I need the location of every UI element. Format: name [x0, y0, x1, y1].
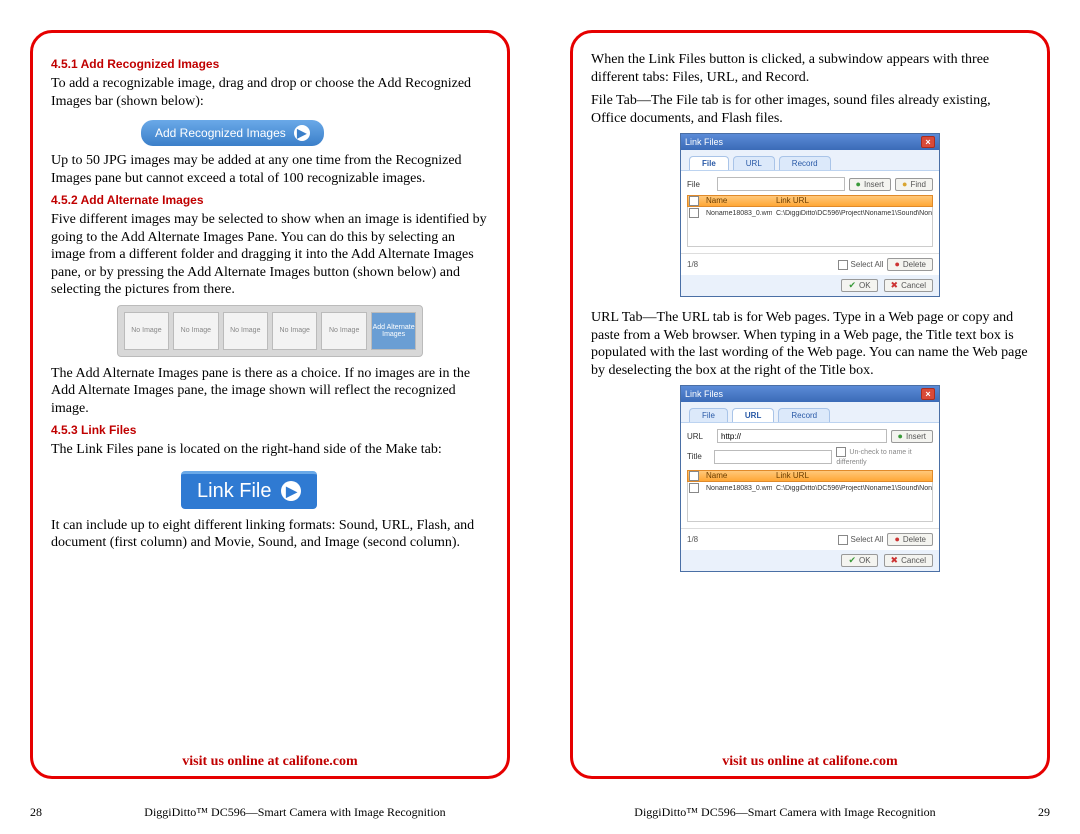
count-label: 1/8	[687, 260, 698, 269]
dialog-title: Link Files	[685, 137, 723, 147]
visit-link[interactable]: visit us online at califone.com	[33, 754, 507, 770]
para-451a: To add a recognizable image, drag and dr…	[51, 75, 489, 110]
cancel-button[interactable]: ✖Cancel	[884, 554, 933, 567]
row-checkbox[interactable]	[689, 483, 699, 493]
row-checkbox[interactable]	[689, 208, 699, 218]
title-label: Title	[687, 452, 710, 461]
thumb-slot[interactable]: No Image	[223, 312, 268, 350]
tab-record[interactable]: Record	[779, 156, 831, 170]
heading-4-5-1: 4.5.1 Add Recognized Images	[51, 57, 489, 71]
thumb-slot[interactable]: No Image	[321, 312, 366, 350]
para-r2: File Tab—The File tab is for other image…	[591, 92, 1029, 127]
header-checkbox[interactable]	[689, 196, 699, 206]
thumb-slot[interactable]: No Image	[173, 312, 218, 350]
list-header: Name Link URL	[687, 195, 933, 207]
page-frame-left: 4.5.1 Add Recognized Images To add a rec…	[30, 30, 510, 779]
ok-button[interactable]: ✔OK	[841, 279, 877, 292]
para-452b: The Add Alternate Images pane is there a…	[51, 365, 489, 418]
url-label: URL	[687, 432, 713, 441]
insert-button[interactable]: ●Insert	[891, 430, 933, 443]
heading-4-5-3: 4.5.3 Link Files	[51, 423, 489, 437]
close-icon[interactable]: ×	[921, 136, 935, 148]
dialog-title: Link Files	[685, 389, 723, 399]
arrow-right-icon: ▶	[281, 481, 301, 501]
tab-file[interactable]: File	[689, 408, 728, 422]
thumb-slot[interactable]: No Image	[124, 312, 169, 350]
link-files-dialog-url: Link Files × File URL Record URL ●Insert	[680, 385, 940, 572]
para-r3: URL Tab—The URL tab is for Web pages. Ty…	[591, 309, 1029, 379]
tab-record[interactable]: Record	[778, 408, 830, 422]
list-header: Name Link URL	[687, 470, 933, 482]
add-recognized-images-button[interactable]: Add Recognized Images ▶	[141, 120, 324, 146]
list-item[interactable]: Noname18083_0.wma C:\DiggiDitto\DC596\Pr…	[688, 482, 932, 494]
link-files-dialog-file: Link Files × File URL Record File ●Inser…	[680, 133, 940, 297]
para-453a: The Link Files pane is located on the ri…	[51, 441, 489, 459]
alternate-images-strip: No Image No Image No Image No Image No I…	[117, 305, 424, 357]
list-item[interactable]: Noname18083_0.wma C:\DiggiDitto\DC596\Pr…	[688, 207, 932, 219]
thumb-slot[interactable]: No Image	[272, 312, 317, 350]
para-452a: Five different images may be selected to…	[51, 211, 489, 299]
delete-button[interactable]: ●Delete	[887, 533, 933, 546]
footer-product-right: DiggiDitto™ DC596—Smart Camera with Imag…	[570, 805, 1000, 820]
para-453b: It can include up to eight different lin…	[51, 517, 489, 552]
cancel-button[interactable]: ✖Cancel	[884, 279, 933, 292]
add-recognized-images-label: Add Recognized Images	[155, 126, 286, 140]
ok-button[interactable]: ✔OK	[841, 554, 877, 567]
title-input[interactable]	[714, 450, 832, 464]
url-input[interactable]	[717, 429, 887, 443]
page-number-left: 28	[30, 805, 80, 820]
footer-product-left: DiggiDitto™ DC596—Smart Camera with Imag…	[80, 805, 510, 820]
file-label: File	[687, 180, 713, 189]
add-alternate-images-button[interactable]: Add Alternate Images	[371, 312, 416, 350]
delete-button[interactable]: ●Delete	[887, 258, 933, 271]
heading-4-5-2: 4.5.2 Add Alternate Images	[51, 193, 489, 207]
visit-link[interactable]: visit us online at califone.com	[573, 754, 1047, 770]
close-icon[interactable]: ×	[921, 388, 935, 400]
insert-button[interactable]: ●Insert	[849, 178, 891, 191]
file-input[interactable]	[717, 177, 845, 191]
tab-url[interactable]: URL	[733, 156, 775, 170]
tab-url[interactable]: URL	[732, 408, 774, 422]
select-all-checkbox[interactable]	[838, 260, 848, 270]
page-number-right: 29	[1000, 805, 1050, 820]
count-label: 1/8	[687, 535, 698, 544]
tab-file[interactable]: File	[689, 156, 729, 170]
select-all-checkbox[interactable]	[838, 535, 848, 545]
header-checkbox[interactable]	[689, 471, 699, 481]
page-frame-right: When the Link Files button is clicked, a…	[570, 30, 1050, 779]
para-r1: When the Link Files button is clicked, a…	[591, 51, 1029, 86]
link-file-button[interactable]: Link File ▶	[181, 471, 317, 509]
arrow-right-icon: ▶	[294, 125, 310, 141]
link-file-label: Link File	[197, 480, 271, 503]
para-451b: Up to 50 JPG images may be added at any …	[51, 152, 489, 187]
find-button[interactable]: ●Find	[895, 178, 933, 191]
title-autoname-checkbox[interactable]	[836, 447, 846, 457]
